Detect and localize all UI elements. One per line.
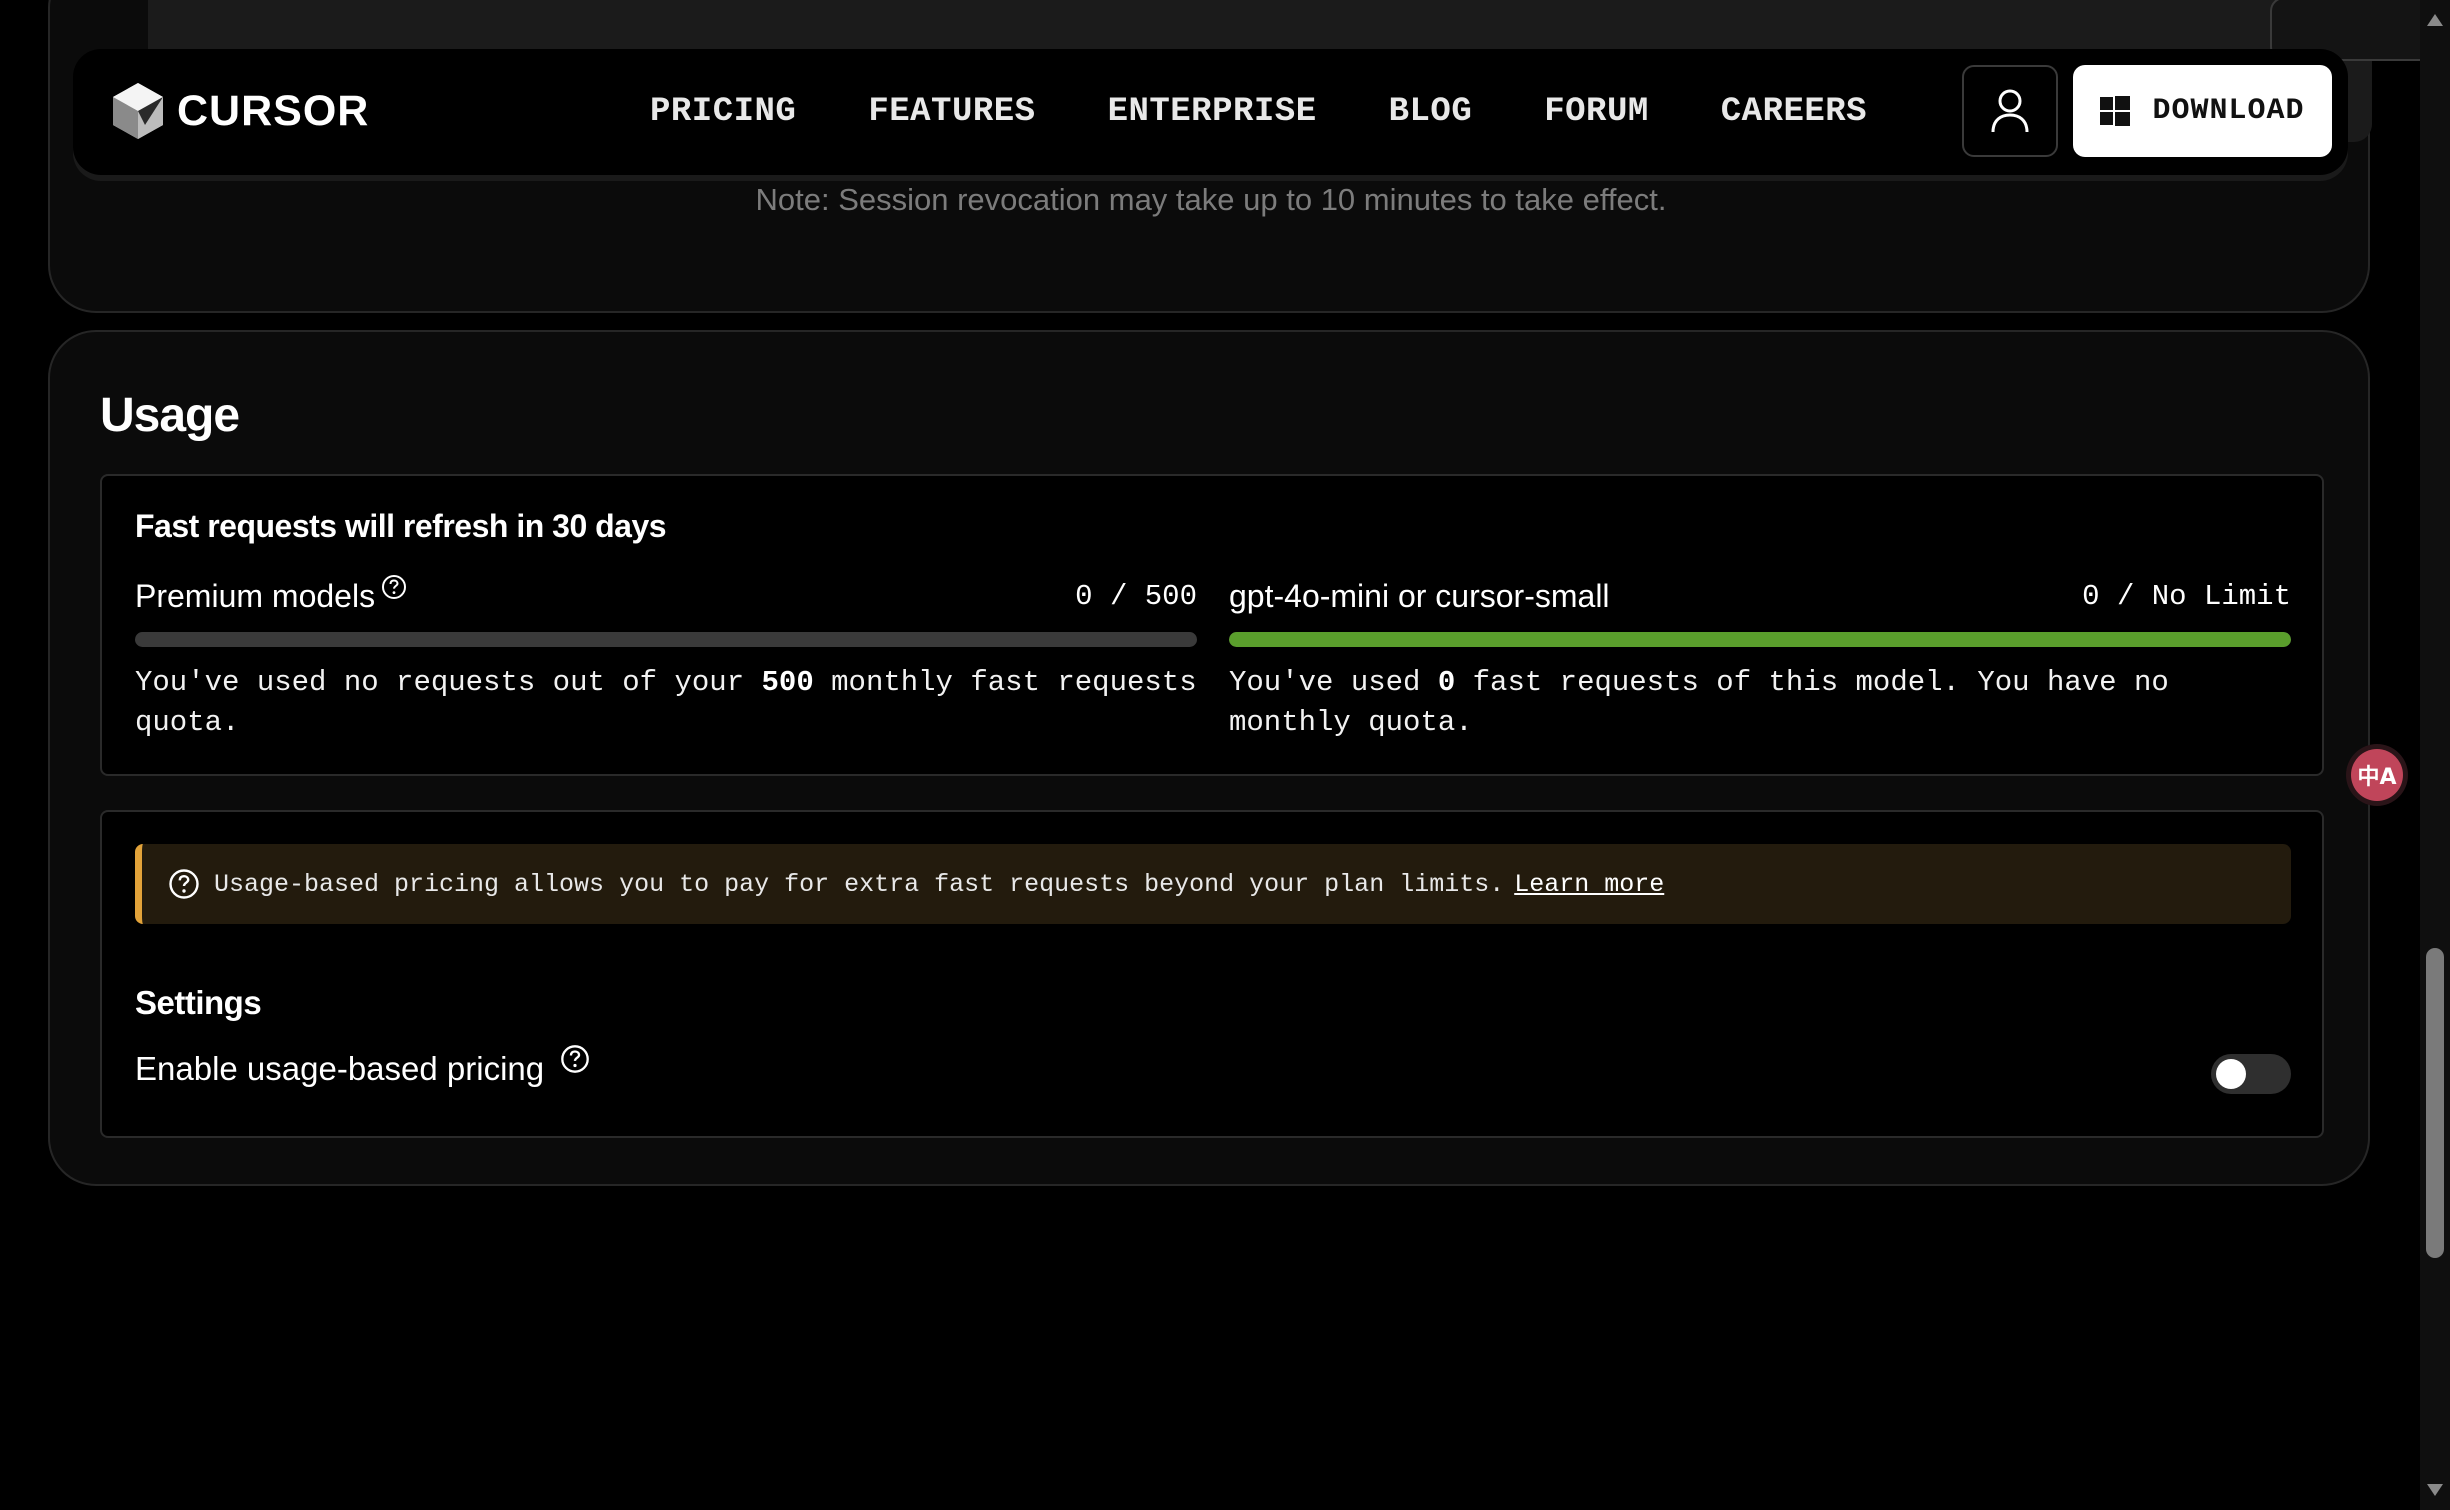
nav-link-enterprise[interactable]: ENTERPRISE: [1108, 93, 1317, 131]
usage-based-pricing-setting: Enable usage-based pricing: [135, 1045, 2291, 1100]
usage-based-pricing-panel: Usage-based pricing allows you to pay fo…: [100, 810, 2324, 1138]
fast-requests-quota-panel: Fast requests will refresh in 30 days Pr…: [100, 474, 2324, 776]
mini-desc-num: 0: [1437, 666, 1456, 699]
user-icon: [1991, 89, 2029, 133]
usage-based-pricing-label: Enable usage-based pricing: [135, 1045, 590, 1088]
premium-models-name: Premium models: [135, 578, 376, 614]
usage-based-pricing-label-text: Enable usage-based pricing: [135, 1050, 545, 1087]
brand-name: CURSOR: [177, 86, 370, 135]
usage-pricing-notice-text: Usage-based pricing allows you to pay fo…: [214, 869, 1505, 899]
mini-models-progress-bar: [1229, 632, 2291, 647]
premium-desc-pre: You've used no requests out of your: [135, 666, 762, 699]
help-icon: [169, 869, 199, 899]
windows-icon: [2100, 96, 2131, 126]
mini-models-description: You've used 0 fast requests of this mode…: [1229, 663, 2291, 743]
usage-title: Usage: [100, 389, 240, 442]
scrollbar-thumb[interactable]: [2426, 948, 2444, 1258]
learn-more-link[interactable]: Learn more: [1514, 870, 1664, 899]
nav-link-features[interactable]: FEATURES: [868, 93, 1035, 131]
premium-models-usage: Premium models 0 / 500 You've used no re…: [135, 575, 1197, 743]
download-button[interactable]: DOWNLOAD: [2073, 65, 2332, 157]
settings-title: Settings: [135, 984, 262, 1021]
usage-card: Usage Fast requests will refresh in 30 d…: [48, 330, 2370, 1186]
download-label: DOWNLOAD: [2152, 94, 2305, 128]
nav-link-careers[interactable]: CAREERS: [1721, 93, 1867, 131]
toggle-knob: [2216, 1059, 2246, 1089]
nav-link-forum[interactable]: FORUM: [1544, 93, 1649, 131]
mini-models-count: 0 / No Limit: [2082, 580, 2291, 613]
usage-pricing-notice: Usage-based pricing allows you to pay fo…: [135, 844, 2291, 924]
page-scrollbar[interactable]: [2420, 0, 2450, 1510]
help-icon[interactable]: [560, 1044, 590, 1074]
mini-models-name: gpt-4o-mini or cursor-small: [1229, 578, 1610, 614]
premium-models-progress-bar: [135, 632, 1197, 647]
scroll-down-arrow-icon[interactable]: [2427, 1484, 2443, 1496]
navbar: CURSOR PRICING FEATURES ENTERPRISE BLOG …: [73, 49, 2348, 175]
nav-link-blog[interactable]: BLOG: [1389, 93, 1473, 131]
mini-desc-pre: You've used: [1229, 666, 1438, 699]
nav-link-pricing[interactable]: PRICING: [650, 93, 796, 131]
page: Note: Session revocation may take up to …: [0, 0, 2450, 1510]
usage-based-pricing-toggle[interactable]: [2211, 1054, 2291, 1094]
premium-models-description: You've used no requests out of your 500 …: [135, 663, 1197, 743]
brand-logo[interactable]: CURSOR: [111, 81, 369, 141]
premium-desc-num: 500: [761, 666, 814, 699]
scroll-up-arrow-icon[interactable]: [2427, 14, 2443, 26]
premium-models-count: 0 / 500: [1075, 580, 1197, 613]
help-icon[interactable]: [381, 574, 407, 600]
translate-widget-button[interactable]: 中A: [2346, 744, 2408, 806]
mini-models-progress-fill: [1229, 632, 2291, 647]
mini-models-usage: gpt-4o-mini or cursor-small 0 / No Limit…: [1229, 578, 2291, 743]
refresh-label: Fast requests will refresh in 30 days: [135, 508, 667, 544]
translate-icon: 中A: [2351, 749, 2403, 801]
cursor-cube-icon: [113, 83, 163, 139]
premium-models-label: Premium models: [135, 575, 407, 615]
account-button[interactable]: [1962, 65, 2058, 157]
nav-links: PRICING FEATURES ENTERPRISE BLOG FORUM C…: [650, 49, 1939, 175]
session-revocation-note: Note: Session revocation may take up to …: [755, 182, 1667, 217]
